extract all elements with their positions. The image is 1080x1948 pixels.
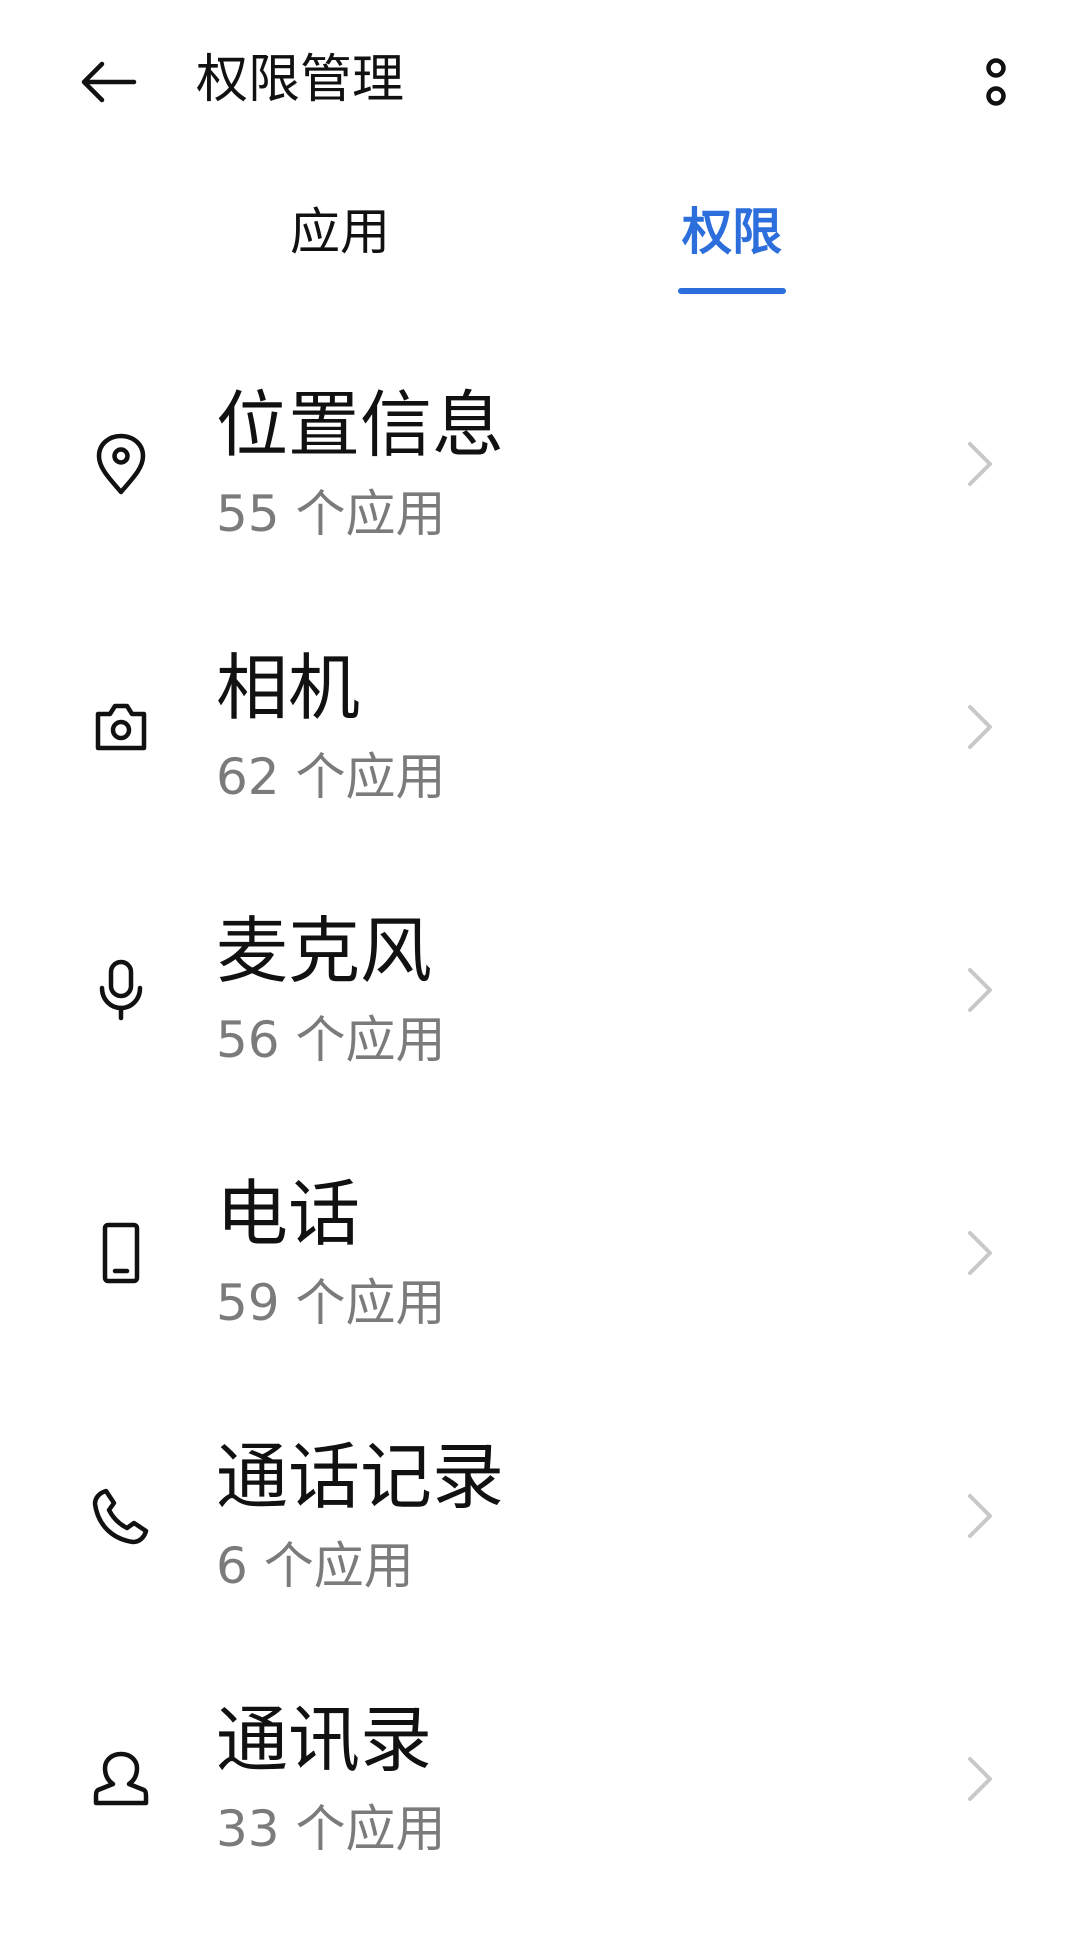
arrow-left-icon <box>78 60 138 104</box>
tab-permissions[interactable]: 权限 <box>672 200 792 296</box>
microphone-icon <box>86 955 156 1025</box>
permission-label: 相机 <box>216 646 361 730</box>
app-bar: 权限管理 <box>0 0 1080 160</box>
permission-item-camera[interactable]: 相机 62 个应用 <box>0 615 1080 878</box>
permission-label: 麦克风 <box>216 909 433 993</box>
permission-label: 位置信息 <box>216 383 505 467</box>
more-vertical-icon <box>984 56 1008 108</box>
tab-apps[interactable]: 应用 <box>280 200 400 296</box>
permission-app-count: 59 个应用 <box>216 1274 446 1332</box>
permission-item-call-log[interactable]: 通话记录 6 个应用 <box>0 1404 1080 1667</box>
chevron-right-icon <box>954 960 1004 1020</box>
phone-device-icon <box>86 1218 156 1288</box>
location-pin-icon <box>86 429 156 499</box>
permission-label: 电话 <box>216 1172 361 1256</box>
more-options-button[interactable] <box>956 42 1036 122</box>
permission-app-count: 33 个应用 <box>216 1800 446 1858</box>
permission-item-location[interactable]: 位置信息 55 个应用 <box>0 352 1080 615</box>
permission-label: 通话记录 <box>216 1435 505 1519</box>
tab-bar: 应用 权限 <box>0 190 1080 310</box>
call-log-icon <box>86 1481 156 1551</box>
chevron-right-icon <box>954 1486 1004 1546</box>
contacts-icon <box>86 1744 156 1814</box>
permission-item-phone[interactable]: 电话 59 个应用 <box>0 1141 1080 1404</box>
permission-app-count: 62 个应用 <box>216 748 446 806</box>
active-tab-indicator <box>678 288 786 294</box>
permission-item-microphone[interactable]: 麦克风 56 个应用 <box>0 878 1080 1141</box>
back-button[interactable] <box>68 42 148 122</box>
chevron-right-icon <box>954 697 1004 757</box>
chevron-right-icon <box>954 1223 1004 1283</box>
permission-item-contacts[interactable]: 通讯录 33 个应用 <box>0 1667 1080 1930</box>
chevron-right-icon <box>954 1749 1004 1809</box>
tab-permissions-label: 权限 <box>682 203 782 261</box>
permission-label: 通讯录 <box>216 1698 433 1782</box>
permission-app-count: 6 个应用 <box>216 1537 414 1595</box>
camera-icon <box>86 692 156 762</box>
page-title: 权限管理 <box>196 50 405 110</box>
tab-apps-label: 应用 <box>290 203 390 261</box>
permission-list: 位置信息 55 个应用 相机 62 个应用 麦克风 56 个应用 电话 59 个… <box>0 352 1080 1930</box>
permission-app-count: 55 个应用 <box>216 485 446 543</box>
chevron-right-icon <box>954 434 1004 494</box>
permission-app-count: 56 个应用 <box>216 1011 446 1069</box>
